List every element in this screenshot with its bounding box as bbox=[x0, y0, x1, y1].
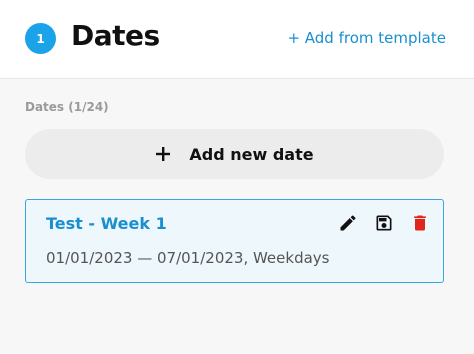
save-icon[interactable] bbox=[373, 212, 395, 234]
add-new-date-button[interactable]: Add new date bbox=[25, 129, 444, 179]
date-card-range: 01/01/2023 — 07/01/2023, Weekdays bbox=[46, 249, 330, 267]
dates-section-label: Dates (1/24) bbox=[25, 100, 109, 114]
plus-icon bbox=[155, 146, 171, 162]
pencil-icon[interactable] bbox=[337, 212, 359, 234]
trash-icon[interactable] bbox=[409, 212, 431, 234]
date-card[interactable]: Test - Week 1 01/01/2023 — 07/01/2023, W… bbox=[25, 199, 444, 283]
page-title: Dates bbox=[71, 19, 160, 52]
add-new-date-label: Add new date bbox=[189, 144, 314, 164]
date-card-actions bbox=[337, 212, 431, 234]
date-card-title: Test - Week 1 bbox=[46, 214, 167, 233]
add-from-template-link[interactable]: + Add from template bbox=[287, 29, 446, 47]
header: 1 Dates + Add from template bbox=[0, 0, 474, 79]
step-badge: 1 bbox=[25, 23, 56, 54]
